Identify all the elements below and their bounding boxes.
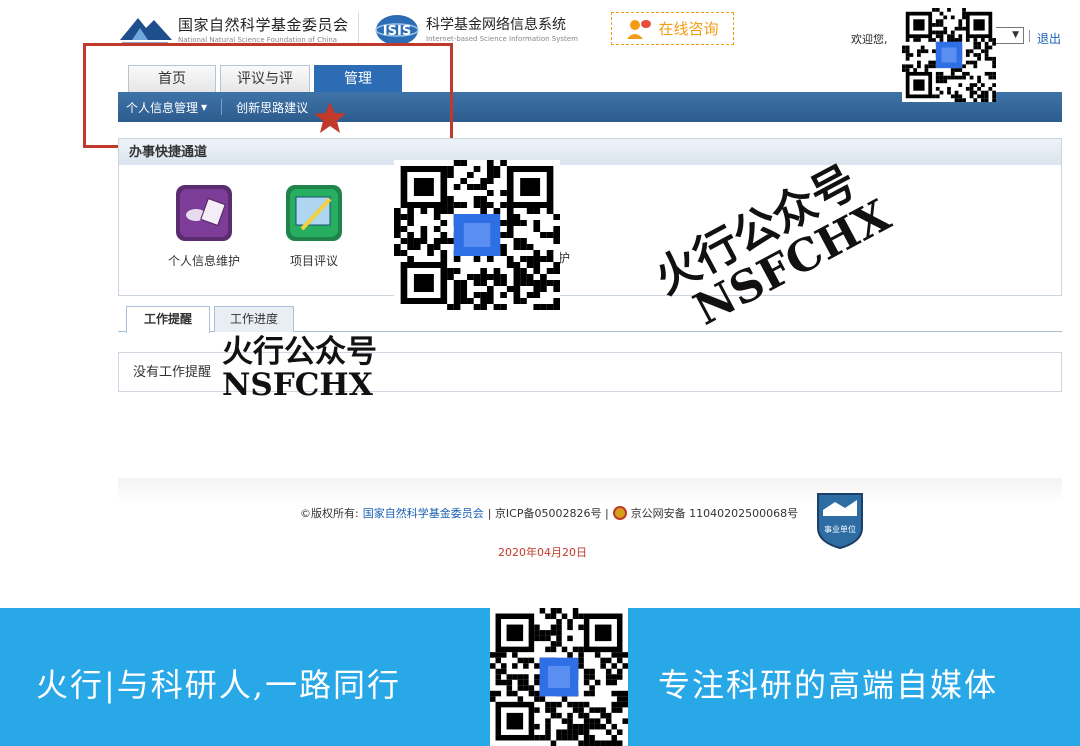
- shortcut-panel: 办事快捷通道 个人信息维护 项目评议 护: [118, 138, 1062, 296]
- watermark-left-line1: 火行公众号: [222, 334, 377, 370]
- header-divider: [358, 12, 359, 46]
- shortcut-panel-title: 办事快捷通道: [119, 139, 1061, 165]
- badge-label: 事业单位: [824, 524, 856, 534]
- system-name: 科学基金网络信息系统: [426, 17, 566, 33]
- logout-link[interactable]: 退出: [1037, 30, 1061, 47]
- header-separator: [1029, 30, 1030, 42]
- svg-text:ISIS: ISIS: [383, 24, 411, 39]
- public-institution-badge-icon[interactable]: 事业单位: [815, 490, 865, 550]
- shortcut-project-review-label: 项目评议: [289, 254, 338, 268]
- shortcut-personal-info[interactable]: 个人信息维护: [159, 185, 249, 269]
- copyright-prefix: ©版权所有:: [300, 507, 359, 520]
- shortcut-personal-info-label: 个人信息维护: [167, 254, 240, 268]
- system-name-en: Internet-based Science Information Syste…: [426, 35, 578, 43]
- work-tabs: 工作提醒 工作进度: [118, 306, 1062, 333]
- police-badge-icon: [612, 506, 627, 520]
- icp-number: | 京ICP备05002826号 |: [487, 507, 609, 520]
- copyright-org-link[interactable]: 国家自然科学基金委员会: [363, 505, 484, 521]
- qr-code-banner: [490, 608, 628, 746]
- online-consult-label: 在线咨询: [658, 20, 719, 38]
- copyright: ©版权所有: 国家自然科学基金委员会 | 京ICP备05002826号 | 京公…: [300, 505, 798, 521]
- qr-code-middle: [394, 160, 560, 310]
- footer-divider: [118, 478, 1062, 504]
- highlight-box: [83, 43, 453, 148]
- project-review-icon: [286, 185, 342, 241]
- personal-info-icon: [176, 185, 232, 241]
- empty-reminder-text: 没有工作提醒: [133, 365, 212, 380]
- qr-code-top: [902, 8, 996, 102]
- watermark-left: 火行公众号 NSFCHX: [222, 336, 377, 401]
- promo-banner: 火行|与科研人,一路同行 专注科研的高端自媒体: [0, 608, 1080, 746]
- nsfc-logo: [120, 18, 172, 44]
- police-record: 京公网安备 11040202500068号: [630, 507, 799, 520]
- tab-work-reminder[interactable]: 工作提醒: [126, 306, 210, 333]
- tab-work-progress[interactable]: 工作进度: [214, 306, 294, 332]
- shortcut-project-review[interactable]: 项目评议: [269, 185, 359, 269]
- star-icon: [314, 102, 346, 133]
- online-consult-button[interactable]: 在线咨询: [611, 12, 734, 45]
- footer-date: 2020年04月20日: [498, 546, 587, 559]
- welcome-text: 欢迎您,: [851, 33, 888, 46]
- chat-person-icon: [627, 19, 652, 39]
- org-name: 国家自然科学基金委员会: [178, 16, 349, 34]
- banner-right-text: 专注科研的高端自媒体: [658, 666, 999, 704]
- banner-left-text: 火行|与科研人,一路同行: [36, 666, 401, 704]
- watermark-left-line2: NSFCHX: [222, 366, 373, 403]
